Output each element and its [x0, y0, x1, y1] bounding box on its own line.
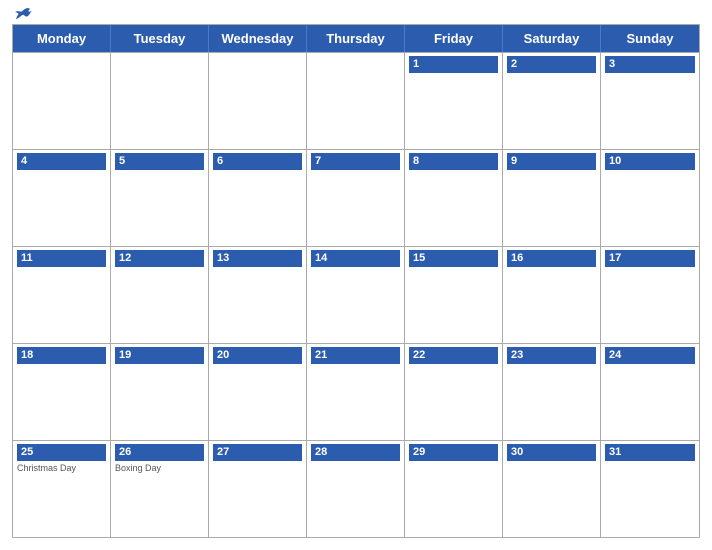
- day-cell: 30: [503, 441, 601, 537]
- day-number: 15: [409, 250, 498, 267]
- day-number: 3: [605, 56, 695, 73]
- day-number: 1: [409, 56, 498, 73]
- day-cell: 11: [13, 247, 111, 343]
- day-number: 21: [311, 347, 400, 364]
- day-cell: 25 Christmas Day: [13, 441, 111, 537]
- day-number: 11: [17, 250, 106, 267]
- day-number: 30: [507, 444, 596, 461]
- day-cell: 20: [209, 344, 307, 440]
- day-cell: 9: [503, 150, 601, 246]
- day-cell: [307, 53, 405, 149]
- week-row-1: 123: [13, 52, 699, 149]
- calendar-grid: MondayTuesdayWednesdayThursdayFridaySatu…: [12, 24, 700, 538]
- day-cell: 26 Boxing Day: [111, 441, 209, 537]
- day-number: 29: [409, 444, 498, 461]
- day-number: 20: [213, 347, 302, 364]
- weeks-container: 1234567891011121314151617181920212223242…: [13, 52, 699, 537]
- day-number: 28: [311, 444, 400, 461]
- day-number: 7: [311, 153, 400, 170]
- day-number: 8: [409, 153, 498, 170]
- day-cell: 4: [13, 150, 111, 246]
- day-number: 6: [213, 153, 302, 170]
- day-cell: 5: [111, 150, 209, 246]
- day-header-sunday: Sunday: [601, 25, 699, 52]
- day-number: 14: [311, 250, 400, 267]
- day-cell: 31: [601, 441, 699, 537]
- day-cell: 29: [405, 441, 503, 537]
- day-cell: 2: [503, 53, 601, 149]
- day-number: 13: [213, 250, 302, 267]
- week-row-2: 456789 10: [13, 149, 699, 246]
- day-cell: 7: [307, 150, 405, 246]
- week-row-4: 18 19 20 21 22 23 24: [13, 343, 699, 440]
- day-number: 26: [115, 444, 204, 461]
- day-cell: 13: [209, 247, 307, 343]
- day-cell: 12: [111, 247, 209, 343]
- event-label: Christmas Day: [17, 463, 106, 474]
- day-cell: 28: [307, 441, 405, 537]
- day-cell: 6: [209, 150, 307, 246]
- calendar-header: [12, 10, 700, 18]
- day-header-saturday: Saturday: [503, 25, 601, 52]
- day-header-friday: Friday: [405, 25, 503, 52]
- logo: [12, 7, 32, 21]
- day-header-monday: Monday: [13, 25, 111, 52]
- day-number: 19: [115, 347, 204, 364]
- day-cell: 15: [405, 247, 503, 343]
- day-cell: 18: [13, 344, 111, 440]
- day-number: 5: [115, 153, 204, 170]
- day-number: 31: [605, 444, 695, 461]
- day-headers-row: MondayTuesdayWednesdayThursdayFridaySatu…: [13, 25, 699, 52]
- day-cell: 24: [601, 344, 699, 440]
- day-number: 17: [605, 250, 695, 267]
- day-cell: 23: [503, 344, 601, 440]
- logo-bird-icon: [14, 7, 32, 21]
- day-number: 18: [17, 347, 106, 364]
- day-cell: 8: [405, 150, 503, 246]
- logo-blue-text: [12, 7, 32, 21]
- day-cell: 17: [601, 247, 699, 343]
- day-header-thursday: Thursday: [307, 25, 405, 52]
- day-cell: [13, 53, 111, 149]
- day-cell: 27: [209, 441, 307, 537]
- day-cell: [111, 53, 209, 149]
- day-number: 2: [507, 56, 596, 73]
- day-cell: 1: [405, 53, 503, 149]
- day-number: 25: [17, 444, 106, 461]
- day-cell: [209, 53, 307, 149]
- day-number: 23: [507, 347, 596, 364]
- day-cell: 10: [601, 150, 699, 246]
- week-row-5: 25 Christmas Day 26 Boxing Day 27 28 29 30 31: [13, 440, 699, 537]
- day-header-wednesday: Wednesday: [209, 25, 307, 52]
- day-cell: 14: [307, 247, 405, 343]
- day-number: 12: [115, 250, 204, 267]
- day-number: 10: [605, 153, 695, 170]
- day-number: 22: [409, 347, 498, 364]
- day-cell: 19: [111, 344, 209, 440]
- day-number: 9: [507, 153, 596, 170]
- event-label: Boxing Day: [115, 463, 204, 474]
- day-header-tuesday: Tuesday: [111, 25, 209, 52]
- day-cell: 22: [405, 344, 503, 440]
- day-number: 24: [605, 347, 695, 364]
- day-cell: 16: [503, 247, 601, 343]
- day-cell: 3: [601, 53, 699, 149]
- day-number: 4: [17, 153, 106, 170]
- day-number: 27: [213, 444, 302, 461]
- day-cell: 21: [307, 344, 405, 440]
- week-row-3: 11 12 13 14 15 16 17: [13, 246, 699, 343]
- day-number: 16: [507, 250, 596, 267]
